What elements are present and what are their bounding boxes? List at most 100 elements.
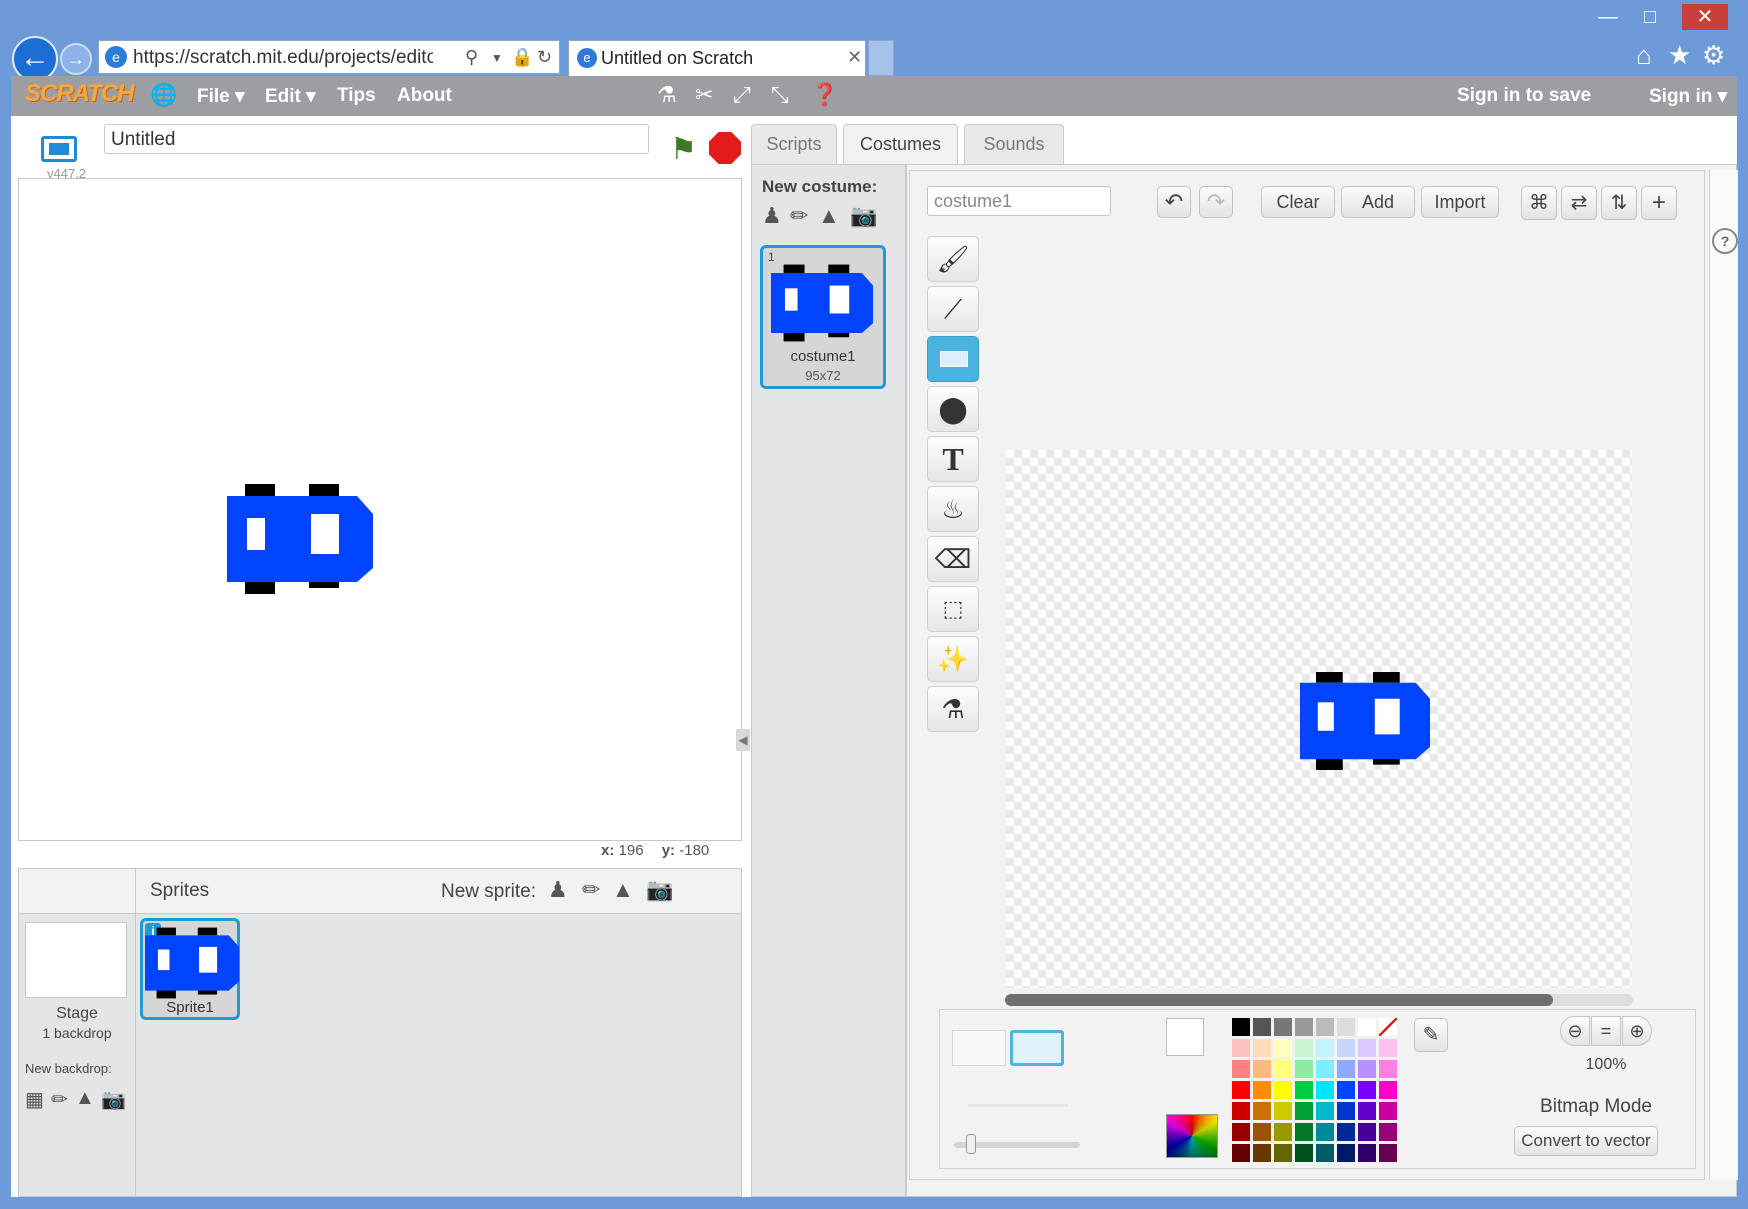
brush-tool-icon[interactable]: 🖌 xyxy=(927,236,979,282)
canvas-horizontal-scrollbar[interactable] xyxy=(1005,994,1633,1006)
magic-select-tool-icon[interactable]: ✨ xyxy=(927,636,979,682)
set-center-crosshair-icon[interactable]: + xyxy=(1641,186,1677,220)
text-tool-icon[interactable]: T xyxy=(927,436,979,482)
paint-canvas[interactable] xyxy=(1006,450,1632,988)
color-swatch[interactable] xyxy=(1274,1102,1292,1120)
paint-backdrop-icon[interactable]: ✏ xyxy=(51,1087,68,1112)
color-swatch[interactable] xyxy=(1232,1081,1250,1099)
stage-canvas[interactable] xyxy=(18,178,742,841)
duplicate-stamp-icon[interactable]: ⚗ xyxy=(657,82,677,108)
color-swatch[interactable] xyxy=(1232,1123,1250,1141)
scrollbar-thumb[interactable] xyxy=(1005,994,1553,1006)
color-swatch[interactable] xyxy=(1253,1018,1271,1036)
color-swatch[interactable] xyxy=(1337,1039,1355,1057)
camera-costume-icon[interactable]: 📷 xyxy=(850,203,877,229)
camera-sprite-icon[interactable]: 📷 xyxy=(646,877,673,903)
rectangle-tool-icon[interactable] xyxy=(927,336,979,382)
color-swatch[interactable] xyxy=(1316,1144,1334,1162)
favorites-star-icon[interactable]: ★ xyxy=(1668,40,1691,71)
upload-costume-icon[interactable]: ▲ xyxy=(818,203,840,229)
settings-gear-icon[interactable]: ⚙ xyxy=(1702,40,1725,71)
maximize-icon[interactable]: □ xyxy=(1630,4,1670,30)
color-swatch[interactable] xyxy=(1316,1060,1334,1078)
sprite-thumbnail-sprite1[interactable]: i Sprite1 xyxy=(140,918,240,1020)
undo-icon[interactable]: ↶ xyxy=(1157,186,1191,218)
help-question-icon[interactable]: ? xyxy=(1712,228,1738,254)
color-swatch[interactable] xyxy=(1358,1081,1376,1099)
add-button[interactable]: Add xyxy=(1341,186,1415,218)
color-swatch[interactable] xyxy=(1232,1039,1250,1057)
costume-library-icon[interactable]: ♟ xyxy=(762,203,782,229)
import-button[interactable]: Import xyxy=(1421,186,1499,218)
canvas-car-costume[interactable] xyxy=(1300,672,1430,770)
minimize-icon[interactable]: — xyxy=(1588,4,1628,30)
search-icon[interactable]: ⚲ xyxy=(465,47,478,68)
color-swatch[interactable] xyxy=(1337,1018,1355,1036)
browser-tab-active[interactable]: e Untitled on Scratch ✕ xyxy=(568,40,866,76)
sign-in-menu[interactable]: Sign in ▾ xyxy=(1649,85,1727,108)
stage-thumbnail[interactable] xyxy=(25,922,127,998)
new-tab-button[interactable] xyxy=(868,40,894,76)
presentation-mode-icon[interactable] xyxy=(41,136,77,162)
color-swatch[interactable] xyxy=(1337,1060,1355,1078)
sprite-library-icon[interactable]: ♟ xyxy=(548,877,568,903)
globe-icon[interactable]: 🌐 xyxy=(150,82,177,108)
scratch-logo[interactable]: SCRATCH xyxy=(25,80,135,108)
color-swatch[interactable] xyxy=(1337,1081,1355,1099)
fill-style-outline-option[interactable] xyxy=(952,1030,1006,1066)
color-swatch[interactable] xyxy=(1358,1039,1376,1057)
address-bar[interactable]: e https://scratch.mit.edu/projects/edito… xyxy=(98,40,560,74)
color-swatch[interactable] xyxy=(1295,1060,1313,1078)
color-swatch[interactable] xyxy=(1358,1102,1376,1120)
color-swatch[interactable] xyxy=(1253,1123,1271,1141)
color-swatch[interactable] xyxy=(1358,1018,1376,1036)
color-swatch[interactable] xyxy=(1337,1102,1355,1120)
color-swatch[interactable] xyxy=(1253,1039,1271,1057)
close-tab-icon[interactable]: ✕ xyxy=(847,47,862,68)
costume-thumbnail-costume1[interactable]: 1 costume1 95x72 xyxy=(760,245,886,389)
flip-vertical-icon[interactable]: ⇅ xyxy=(1601,186,1637,220)
color-swatch[interactable] xyxy=(1295,1039,1313,1057)
refresh-icon[interactable]: ↻ xyxy=(537,47,552,68)
crop-icon[interactable]: ⌘ xyxy=(1521,186,1557,220)
color-swatch[interactable] xyxy=(1316,1018,1334,1036)
color-swatch[interactable] xyxy=(1232,1102,1250,1120)
redo-icon[interactable]: ↷ xyxy=(1199,186,1233,218)
eraser-tool-icon[interactable]: ⌫ xyxy=(927,536,979,582)
upload-backdrop-icon[interactable]: ▲ xyxy=(75,1087,95,1110)
color-swatch[interactable] xyxy=(1295,1018,1313,1036)
menu-file[interactable]: File ▾ xyxy=(197,85,245,108)
color-swatch[interactable] xyxy=(1274,1123,1292,1141)
fill-bucket-tool-icon[interactable]: ♨ xyxy=(927,486,979,532)
convert-to-vector-button[interactable]: Convert to vector xyxy=(1514,1126,1658,1156)
color-swatch[interactable] xyxy=(1358,1144,1376,1162)
color-swatch[interactable] xyxy=(1358,1123,1376,1141)
line-tool-icon[interactable]: ⟋ xyxy=(927,286,979,332)
zoom-in-icon[interactable]: ⊕ xyxy=(1622,1016,1652,1046)
tab-costumes[interactable]: Costumes xyxy=(843,124,958,164)
color-swatch[interactable] xyxy=(1253,1144,1271,1162)
flip-horizontal-icon[interactable]: ⇄ xyxy=(1561,186,1597,220)
color-swatch[interactable] xyxy=(1274,1039,1292,1057)
color-swatch[interactable] xyxy=(1295,1102,1313,1120)
project-title-input[interactable]: Untitled xyxy=(104,124,649,154)
color-swatch[interactable] xyxy=(1232,1060,1250,1078)
eyedropper-icon[interactable]: ✎ xyxy=(1414,1018,1448,1052)
tab-scripts[interactable]: Scripts xyxy=(751,124,837,164)
costume-name-input[interactable]: costume1 xyxy=(927,186,1111,216)
color-swatch[interactable] xyxy=(1379,1102,1397,1120)
stamp-tool-icon[interactable]: ⚗ xyxy=(927,686,979,732)
sign-in-to-save[interactable]: Sign in to save xyxy=(1457,85,1591,107)
primary-color[interactable] xyxy=(1166,1018,1204,1056)
clear-button[interactable]: Clear xyxy=(1261,186,1335,218)
slider-handle[interactable] xyxy=(966,1134,976,1154)
fill-style-solid-option[interactable] xyxy=(1010,1030,1064,1066)
brush-size-slider[interactable] xyxy=(954,1134,1080,1154)
backdrop-library-icon[interactable]: ▦ xyxy=(25,1087,44,1112)
color-swatch[interactable] xyxy=(1379,1060,1397,1078)
color-swatch[interactable] xyxy=(1253,1060,1271,1078)
color-swatch[interactable] xyxy=(1316,1081,1334,1099)
tab-sounds[interactable]: Sounds xyxy=(964,124,1064,164)
home-icon[interactable]: ⌂ xyxy=(1636,40,1652,71)
color-swatch[interactable] xyxy=(1337,1144,1355,1162)
